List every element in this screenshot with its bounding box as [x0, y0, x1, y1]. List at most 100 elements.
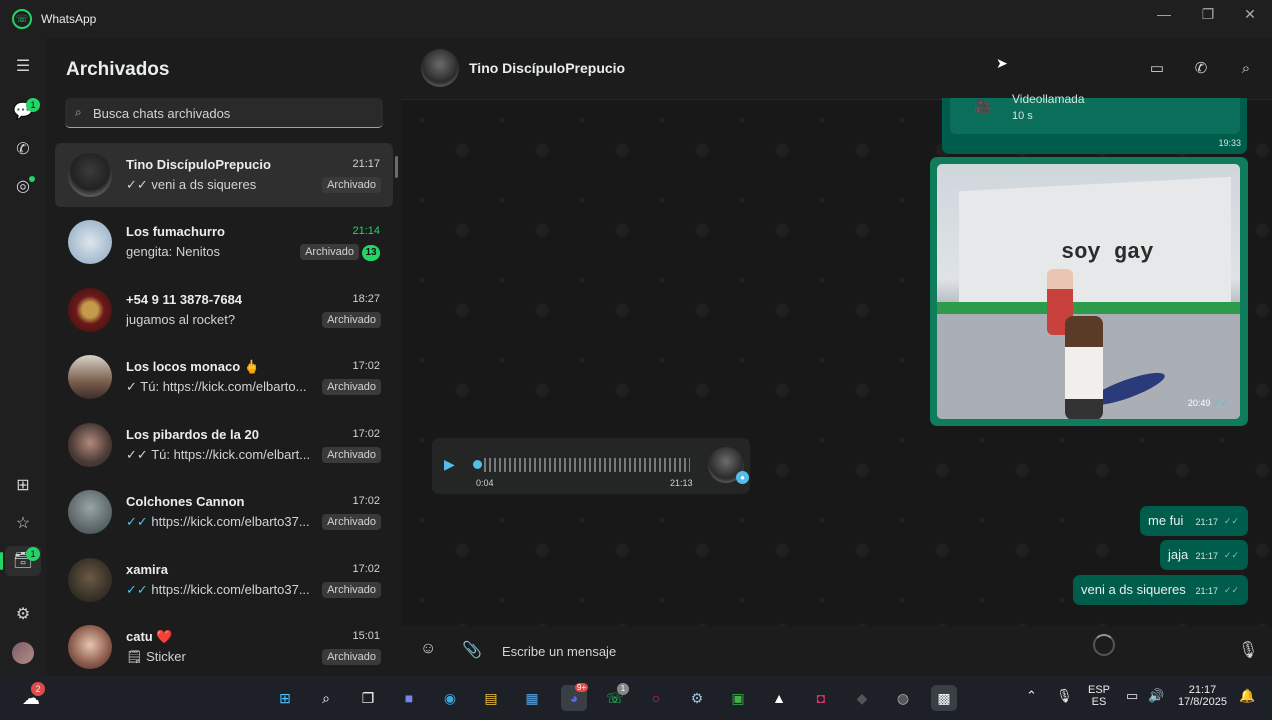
weather-badge: 2: [31, 682, 45, 696]
chat-preview: 🗒 Sticker: [126, 649, 186, 664]
message-bubble[interactable]: veni a ds siqueres 21:17 ✓✓: [1073, 575, 1248, 605]
chat-time: 17:02: [352, 563, 380, 575]
archived-tag: Archivado: [322, 649, 381, 665]
meet-icon[interactable]: ■: [396, 685, 422, 711]
mic-tray-icon[interactable]: 🎙: [1056, 688, 1073, 704]
close-button[interactable]: ✕: [1229, 6, 1271, 26]
chat-avatar: [68, 625, 112, 669]
file-explorer-icon[interactable]: ▤: [478, 685, 504, 711]
chat-avatar: [68, 558, 112, 602]
contact-name[interactable]: Tino DiscípuloPrepucio: [469, 60, 625, 76]
calls-icon[interactable]: ✆: [11, 138, 35, 162]
steam-icon[interactable]: ⚙: [684, 685, 710, 711]
chat-avatar: [68, 288, 112, 332]
panel-scrollbar[interactable]: [395, 156, 398, 178]
window-title: WhatsApp: [41, 12, 97, 26]
recording-app-icon[interactable]: ◍: [890, 685, 916, 711]
emoji-icon[interactable]: ☺: [420, 640, 436, 658]
channels-icon[interactable]: ⊞: [11, 474, 35, 498]
settings-icon[interactable]: ⚙: [11, 603, 35, 627]
message-bubble[interactable]: jaja 21:17 ✓✓: [1160, 540, 1248, 570]
archived-badge: 1: [26, 547, 40, 561]
chat-item[interactable]: Los pibardos de la 20 17:02 ✓✓ Tú: https…: [55, 413, 393, 477]
chat-item[interactable]: catu ❤️ 15:01 🗒 Sticker Archivado: [55, 615, 393, 679]
message-input[interactable]: [502, 638, 1102, 664]
play-icon[interactable]: ▶: [444, 456, 455, 473]
task-view-icon[interactable]: ❐: [355, 685, 381, 711]
waveform[interactable]: [484, 458, 690, 472]
archived-tag: Archivado: [322, 379, 381, 395]
voice-elapsed: 0:04: [476, 478, 494, 488]
chat-avatar: [68, 490, 112, 534]
minecraft-icon[interactable]: ▣: [725, 685, 751, 711]
video-call-icon[interactable]: ▭: [1144, 56, 1170, 82]
archived-tag: Archivado: [300, 244, 359, 260]
message-text: veni a ds siqueres: [1081, 582, 1186, 597]
instagram-icon[interactable]: ◘: [808, 685, 834, 711]
voice-call-icon[interactable]: ✆: [1188, 56, 1214, 82]
message-bubble[interactable]: me fui 21:17 ✓✓: [1140, 506, 1248, 536]
chat-item[interactable]: xamira 17:02 ✓✓ https://kick.com/elbarto…: [55, 548, 393, 612]
tray-expand-icon[interactable]: ⌃: [1026, 688, 1037, 704]
conversation-header: Tino DiscípuloPrepucio ➤ ▭ ✆ ⌕: [402, 38, 1272, 100]
search-input[interactable]: [93, 102, 373, 124]
attach-icon[interactable]: 📎: [462, 640, 482, 660]
status-dot: [29, 176, 35, 182]
message-time: 21:17: [1195, 517, 1218, 527]
network-icon[interactable]: ▭: [1126, 688, 1138, 704]
video-message[interactable]: soy gay 20:49 ✓✓: [930, 157, 1248, 426]
app-icon[interactable]: ◆: [849, 685, 875, 711]
start-icon[interactable]: ⊞: [272, 685, 298, 711]
search-taskbar-icon[interactable]: ⌕: [313, 685, 339, 711]
read-ticks-icon: ✓✓: [126, 447, 148, 462]
whatsapp-logo-icon: ☏: [12, 9, 32, 29]
chat-item[interactable]: Colchones Cannon 17:02 ✓✓ https://kick.c…: [55, 480, 393, 544]
notifications-icon[interactable]: 🔔: [1239, 688, 1255, 704]
playback-knob[interactable]: [473, 460, 482, 469]
creeper-app-icon[interactable]: ▩: [931, 685, 957, 711]
minimize-button[interactable]: —: [1143, 6, 1185, 26]
language-indicator[interactable]: ESP ES: [1088, 684, 1110, 708]
whatsapp-taskbar-badge: 1: [617, 683, 629, 695]
sent-tick-icon: ✓: [126, 379, 137, 394]
chat-time: 17:02: [352, 360, 380, 372]
chat-item[interactable]: Tino DiscípuloPrepucio 21:17 ✓✓ veni a d…: [55, 143, 393, 207]
chat-name: Colchones Cannon: [126, 494, 245, 509]
conversation-pane: Tino DiscípuloPrepucio ➤ ▭ ✆ ⌕ 🎥 Videoll…: [402, 38, 1272, 676]
message-composer: ☺ 📎 🎙: [402, 626, 1272, 676]
panel-title: Archivados: [66, 59, 170, 80]
chat-item[interactable]: Los locos monaco 🖕 17:02 ✓ Tú: https://k…: [55, 345, 393, 409]
call-duration: 10 s: [1012, 110, 1033, 122]
message-time: 19:33: [1218, 138, 1241, 148]
read-ticks-icon: ✓✓: [1223, 585, 1239, 595]
video-call-message[interactable]: 🎥 Videollamada 10 s 19:33: [942, 92, 1247, 154]
opera-icon[interactable]: ○: [643, 685, 669, 711]
volume-icon[interactable]: 🔊: [1148, 688, 1164, 704]
chat-name: Los pibardos de la 20: [126, 427, 259, 442]
chat-avatar: [68, 153, 112, 197]
chat-time: 21:14: [352, 225, 380, 237]
video-thumbnail[interactable]: soy gay 20:49 ✓✓: [937, 164, 1240, 419]
menu-icon[interactable]: ☰: [11, 55, 35, 79]
profile-avatar[interactable]: [12, 642, 34, 664]
chat-item[interactable]: +54 9 11 3878-7684 18:27 jugamos al rock…: [55, 278, 393, 342]
edge-icon[interactable]: ◉: [437, 685, 463, 711]
microphone-icon[interactable]: 🎙: [1238, 640, 1258, 660]
chat-item[interactable]: Los fumachurro 21:14 gengita: Nenitos Ar…: [55, 210, 393, 274]
maximize-button[interactable]: ❐: [1187, 6, 1229, 26]
store-icon[interactable]: ▦: [519, 685, 545, 711]
chat-preview: ✓ Tú: https://kick.com/elbarto...: [126, 379, 307, 394]
chat-time: 17:02: [352, 495, 380, 507]
epic-games-icon[interactable]: ▲: [766, 685, 792, 711]
search-box[interactable]: ⌕: [65, 98, 383, 128]
clock[interactable]: 21:17 17/8/2025: [1178, 684, 1227, 708]
message-time: 21:17: [1195, 586, 1218, 596]
search-messages-icon[interactable]: ⌕: [1233, 56, 1259, 82]
thumbnail-caption: soy gay: [1061, 240, 1154, 265]
video-call-message-icon: 🎥: [974, 98, 992, 114]
starred-icon[interactable]: ☆: [11, 512, 35, 536]
chats-badge: 1: [26, 98, 40, 112]
contact-avatar[interactable]: [421, 49, 459, 87]
message-time: 21:13: [670, 478, 693, 488]
chat-time: 21:17: [352, 158, 380, 170]
